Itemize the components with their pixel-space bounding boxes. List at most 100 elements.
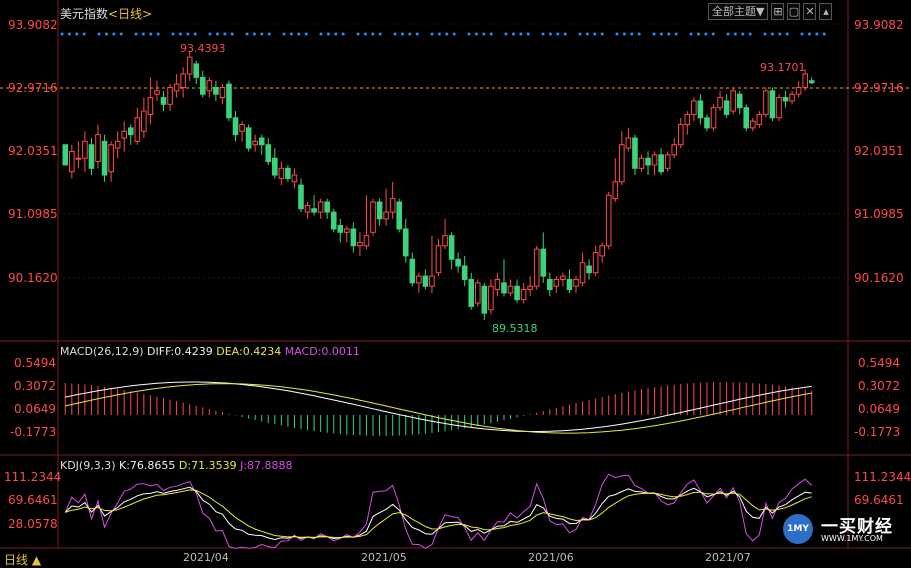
price-axis-left-3: 91.0985: [8, 207, 58, 221]
candle-body-85: [619, 144, 625, 183]
dot-marker-10: [134, 32, 138, 36]
candle-body-98: [704, 117, 710, 129]
collapse-icon[interactable]: ▴: [819, 3, 833, 20]
candle-body-2: [75, 157, 82, 160]
date-label-jul: 2021/07: [705, 551, 751, 564]
period-tab[interactable]: 日线 ▲: [4, 551, 41, 568]
candle-body-21: [199, 76, 206, 95]
candle-body-6: [101, 140, 108, 176]
kdj-label[interactable]: KDJ(9,3,3): [60, 459, 116, 472]
candle-body-104: [743, 107, 750, 129]
kdj-header: KDJ(9,3,3) K:76.8655 D:71.3539 J:87.8888: [60, 459, 293, 472]
dot-marker-35: [319, 32, 323, 36]
candle-body-16: [167, 86, 173, 105]
candle-body-97: [697, 100, 704, 119]
candle-body-43: [344, 228, 350, 233]
candle-body-100: [717, 97, 723, 109]
candle-body-68: [507, 285, 514, 294]
dot-marker-48: [415, 32, 419, 36]
period-label[interactable]: <日线>: [108, 7, 152, 21]
dot-marker-23: [230, 32, 234, 36]
candle-body-31: [265, 144, 272, 163]
candle-body-54: [416, 275, 422, 284]
candle-body-41: [330, 211, 337, 230]
candle-body-42: [337, 225, 344, 233]
candle-body-63: [474, 282, 481, 304]
dot-marker-78: [637, 32, 641, 36]
candle-body-38: [311, 208, 317, 213]
candle-body-74: [547, 278, 553, 291]
price-axis-right-2: 92.0351: [854, 144, 904, 158]
dot-marker-51: [437, 32, 441, 36]
chart-canvas[interactable]: [0, 0, 911, 568]
candle-body-58: [442, 235, 448, 247]
candle-body-13: [147, 97, 154, 115]
macd-axis-right-3: -0.1773: [854, 425, 901, 439]
candle-body-9: [121, 130, 127, 139]
dot-marker-85: [689, 32, 693, 36]
dot-marker-65: [541, 32, 545, 36]
kdj-axis-left-1: 69.6461: [8, 493, 58, 507]
macd-label[interactable]: MACD(26,12,9): [60, 345, 144, 358]
dot-marker-87: [704, 32, 708, 36]
candle-body-86: [625, 137, 632, 149]
dot-marker-63: [526, 32, 530, 36]
price-axis-left-0: 93.9082: [8, 18, 58, 32]
dot-marker-98: [785, 32, 789, 36]
candle-body-48: [376, 201, 383, 220]
price-axis-left-4: 90.1620: [8, 271, 58, 285]
kdj-d-line: [65, 489, 812, 539]
macd-axis-left-3: -0.1773: [10, 425, 57, 439]
candle-body-11: [134, 117, 141, 142]
symbol-name: 美元指数: [60, 7, 109, 21]
candle-body-52: [402, 228, 409, 257]
candle-body-22: [206, 80, 213, 92]
price-axis-right-1: 92.9716: [854, 81, 904, 95]
dot-marker-53: [452, 32, 456, 36]
candle-body-111: [789, 93, 795, 102]
price-axis-left-2: 92.0351: [8, 144, 58, 158]
dot-marker-30: [282, 32, 286, 36]
candle-body-65: [488, 285, 494, 311]
dot-marker-21: [215, 32, 219, 36]
dot-marker-103: [822, 32, 826, 36]
candle-body-32: [272, 157, 278, 176]
candle-body-75: [553, 278, 560, 287]
high-price-label: 93.4393: [180, 42, 226, 55]
candle-body-91: [658, 154, 664, 173]
dot-marker-91: [733, 32, 737, 36]
candle-body-46: [363, 235, 370, 247]
macd-axis-right-2: 0.0649: [858, 402, 900, 416]
kdj-j: J:87.8888: [240, 459, 293, 472]
macd-axis-right-1: 0.3072: [858, 379, 900, 393]
kdj-axis-left-2: 28.0578: [8, 517, 58, 531]
macd-header: MACD(26,12,9) DIFF:0.4239 DEA:0.4234 MAC…: [60, 345, 360, 358]
recent-high-label: 93.1701: [760, 61, 806, 74]
dot-marker-52: [445, 32, 449, 36]
dot-marker-61: [511, 32, 515, 36]
candle-body-105: [750, 120, 756, 129]
candle-body-101: [723, 100, 730, 115]
close-icon[interactable]: ✕: [803, 3, 817, 20]
kdj-axis-left-0: 111.2344: [4, 470, 62, 484]
dot-marker-93: [748, 32, 752, 36]
candle-body-94: [677, 124, 684, 146]
candle-body-28: [245, 127, 252, 149]
candle-body-64: [481, 285, 488, 314]
price-axis-left-1: 92.9716: [8, 81, 58, 95]
candle-body-102: [730, 90, 736, 112]
dot-marker-17: [186, 32, 190, 36]
grid-icon[interactable]: ⊞: [771, 3, 785, 20]
dot-marker-32: [297, 32, 301, 36]
dot-marker-67: [556, 32, 560, 36]
dot-marker-42: [371, 32, 375, 36]
candle-body-62: [468, 278, 475, 307]
candle-body-76: [560, 275, 566, 280]
macd-axis-left-0: 0.5494: [14, 356, 56, 370]
candle-body-71: [527, 285, 533, 291]
theme-dropdown[interactable]: 全部主题▼: [708, 3, 769, 20]
dot-marker-88: [711, 32, 715, 36]
candle-body-89: [645, 157, 651, 166]
window-icon[interactable]: ▢: [787, 3, 801, 20]
candle-body-30: [258, 137, 265, 146]
